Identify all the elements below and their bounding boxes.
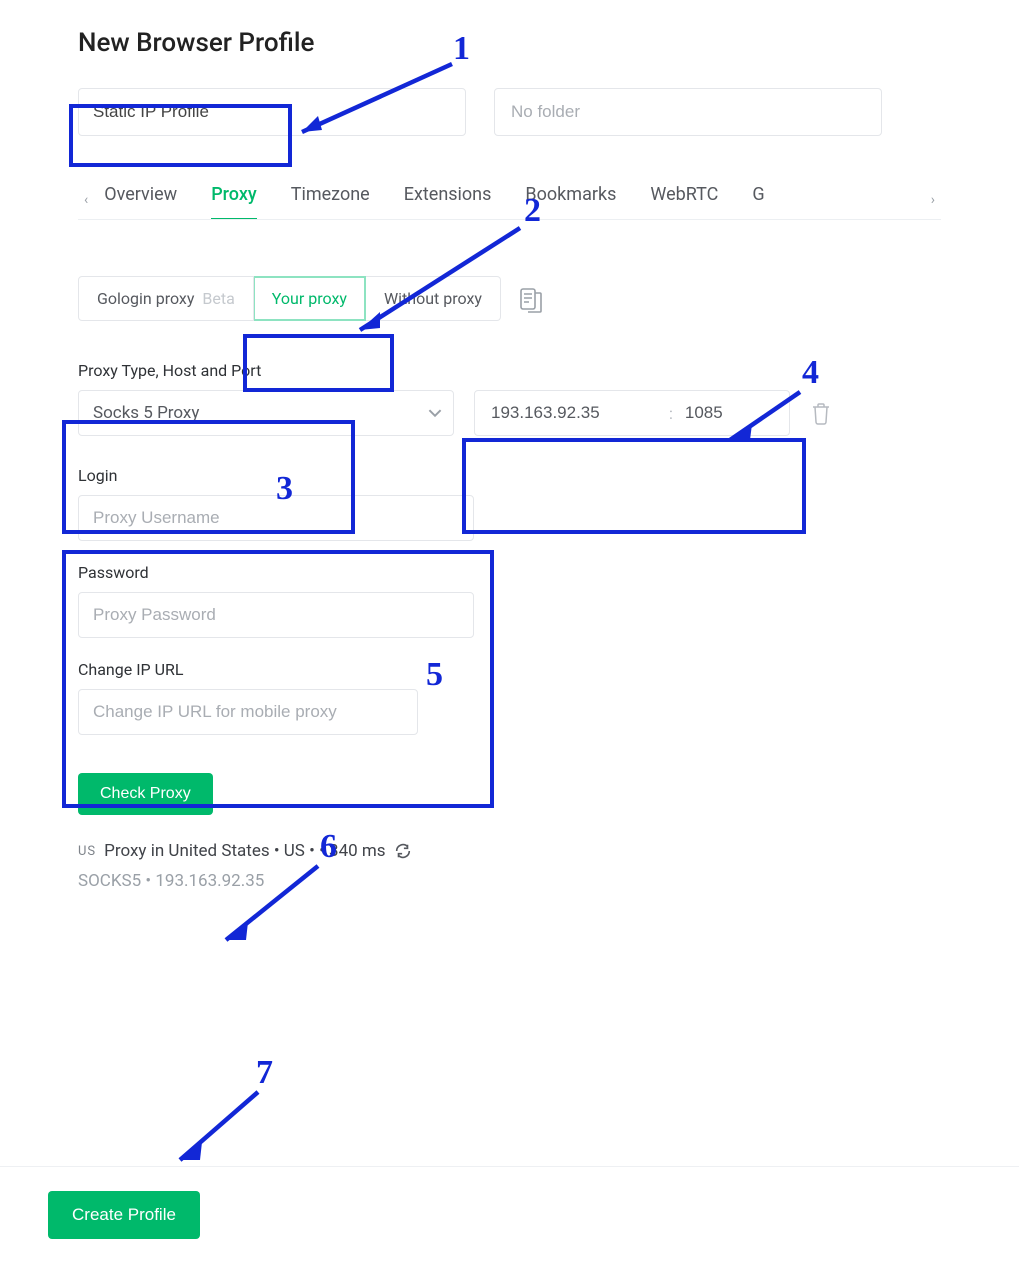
proxy-username-input[interactable] (78, 495, 474, 541)
tabs-scroll-right[interactable]: › (925, 186, 941, 214)
profile-name-input[interactable] (78, 88, 466, 136)
proxy-password-input[interactable] (78, 592, 474, 638)
login-label: Login (78, 466, 941, 485)
proxy-type-select[interactable]: Socks 5 Proxy (78, 390, 454, 436)
proxy-status-text: Proxy in United States • US • • 340 ms (104, 841, 385, 861)
tab-more[interactable]: G (752, 180, 764, 209)
trash-icon[interactable] (810, 401, 832, 425)
proxy-mode-your[interactable]: Your proxy (254, 276, 366, 321)
annotation-number-7: 7 (256, 1054, 273, 1092)
folder-select[interactable] (494, 88, 882, 136)
check-proxy-button[interactable]: Check Proxy (78, 773, 213, 815)
create-profile-button[interactable]: Create Profile (48, 1191, 200, 1239)
tab-webrtc[interactable]: WebRTC (650, 180, 718, 209)
beta-badge: Beta (202, 289, 234, 308)
proxy-mode-gologin-label: Gologin proxy (97, 289, 194, 308)
password-label: Password (78, 563, 941, 582)
change-ip-label: Change IP URL (78, 660, 941, 679)
proxy-mode-your-label: Your proxy (272, 289, 347, 308)
tab-bookmarks[interactable]: Bookmarks (525, 180, 616, 209)
tab-extensions[interactable]: Extensions (404, 180, 492, 209)
refresh-icon[interactable] (394, 842, 412, 860)
host-port-colon: : (669, 404, 673, 423)
proxy-mode-without-label: Without proxy (384, 289, 482, 308)
tabs-scroll-left[interactable]: ‹ (78, 186, 94, 214)
proxy-host-input[interactable] (489, 402, 659, 424)
proxy-mode-without[interactable]: Without proxy (366, 276, 501, 321)
page-title: New Browser Profile (78, 28, 941, 58)
host-port-input[interactable]: : (474, 390, 790, 436)
proxy-type-value: Socks 5 Proxy (93, 403, 199, 423)
paste-proxy-icon[interactable] (519, 284, 543, 314)
folder-select-input[interactable] (509, 101, 867, 123)
tab-overview[interactable]: Overview (104, 180, 177, 209)
country-flag: US (78, 844, 96, 859)
proxy-host-label: Proxy Type, Host and Port (78, 361, 941, 380)
proxy-mode-segmented: Gologin proxy Beta Your proxy Without pr… (78, 276, 501, 321)
proxy-status-detail: SOCKS5 • 193.163.92.35 (78, 871, 941, 891)
tab-proxy[interactable]: Proxy (211, 180, 257, 209)
tab-timezone[interactable]: Timezone (291, 180, 370, 209)
change-ip-url-input[interactable] (78, 689, 418, 735)
proxy-port-input[interactable] (683, 402, 763, 424)
proxy-mode-gologin[interactable]: Gologin proxy Beta (78, 276, 254, 321)
